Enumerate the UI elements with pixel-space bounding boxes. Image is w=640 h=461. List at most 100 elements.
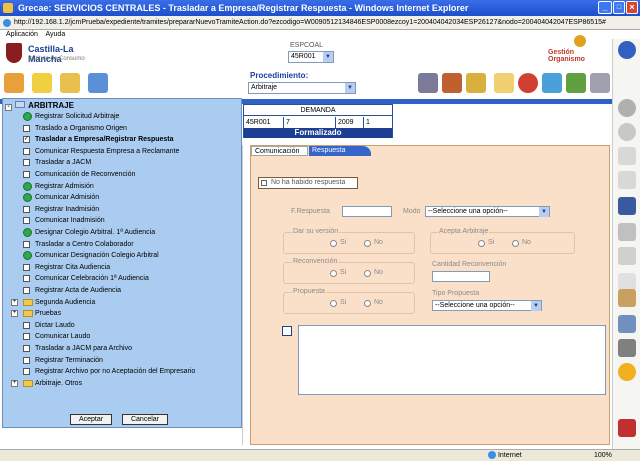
expand-icon[interactable]: + [11,298,18,306]
accept-button[interactable]: Aceptar [70,414,112,425]
tree-root[interactable]: - ARBITRAJE [5,101,74,111]
back-icon[interactable] [618,123,636,141]
tab-respuesta[interactable]: Respuesta [309,146,371,156]
cancel-button[interactable]: Cancelar [122,414,168,425]
checkbox-box[interactable] [261,180,267,186]
tool-icon[interactable] [618,289,636,307]
propuesta-si-radio[interactable] [330,300,337,307]
espcoal-select[interactable]: 45R001 ▼ [288,51,334,63]
envelope-icon[interactable] [494,73,514,93]
documents-icon[interactable] [618,171,636,189]
observaciones-textarea[interactable] [298,325,606,395]
acepta-si-radio[interactable] [478,240,485,247]
folder-icon [23,310,33,318]
no-label: No [374,269,383,276]
user-folder-icon[interactable] [32,73,52,93]
tree-item-label: Trasladar a JACM [35,159,92,167]
modo-select[interactable]: --Seleccione una opción-- ▼ [425,206,550,217]
demanda-title: DEMANDA [244,105,392,116]
gestion-label: Gestión Organismo [548,49,585,63]
tipo-propuesta-select[interactable]: --Seleccione una opción-- ▼ [432,300,542,311]
completed-icon [23,181,32,191]
acepta-arbitraje-group [430,232,575,254]
gear-icon[interactable] [618,363,636,381]
pages-icon[interactable] [618,223,636,241]
dar-version-no-radio[interactable] [364,240,371,247]
copy-icon[interactable] [282,326,292,336]
dar-version-group [283,232,415,254]
si-label: Si [488,239,495,246]
computer-icon[interactable] [88,73,108,93]
printer-icon[interactable] [418,73,438,93]
checkbox-icon [23,345,30,352]
reconvencion-no-radio[interactable] [364,270,371,277]
acepta-no-radio[interactable] [512,240,519,247]
checkbox-icon [23,147,30,155]
status-bar: Internet 100% [0,449,640,461]
checkbox-icon [23,159,30,167]
list-icon[interactable] [618,315,636,333]
documents-icon[interactable] [466,73,486,93]
globe-icon[interactable] [518,73,538,93]
save-icon[interactable] [618,197,636,215]
chevron-down-icon: ▼ [323,52,333,62]
maximize-button[interactable]: □ [613,1,625,14]
demanda-cell: 45R001 [244,117,284,128]
tree-item-label: Arbitraje. Otros [35,379,83,387]
tree-item-label: Trasladar a JACM para Archivo [35,345,132,352]
zoom-level[interactable]: 100% [594,450,612,461]
expand-icon[interactable]: + [11,379,18,387]
tree-item-label: Segunda Audiencia [35,298,96,306]
tab-comunicacion[interactable]: Comunicación [251,146,308,156]
completed-icon [23,193,32,203]
exit-icon[interactable] [618,419,636,437]
tools-icon[interactable] [4,73,24,93]
procedimiento-label: Procedimiento: [250,71,309,80]
globe-icon [488,451,496,460]
tipo-propuesta-value: --Seleccione una opción-- [435,302,515,309]
window-title: Grecae: SERVICIOS CENTRALES - Trasladar … [18,3,469,13]
close-button[interactable]: × [626,1,638,14]
menu-aplicacion[interactable]: Aplicación [6,31,38,38]
tree-item-label: Pruebas [35,310,62,318]
zone-label: Internet [497,452,522,459]
f-respuesta-input[interactable] [342,206,392,217]
checkbox-icon [23,275,30,283]
address-bar[interactable]: http://192.168.1.2/jcmPrueba/expediente/… [0,16,640,30]
info-icon[interactable] [618,41,636,59]
gestion-organismo[interactable]: Gestión Organismo [548,35,612,63]
logo: Castilla-La Mancha Instituto de Consumo [6,42,106,66]
copy-icon[interactable] [618,247,636,265]
tools-gear-icon[interactable] [590,73,610,93]
checkbox-icon [23,356,30,364]
tree-item-label: Comunicar Admisión [35,194,100,202]
tree-item-label: Registrar Cita Audiencia [35,263,111,271]
minimize-button[interactable]: _ [598,1,612,14]
dar-version-si-radio[interactable] [330,240,337,247]
espcoal-label: ESPCOAL [290,42,324,49]
cantidad-reconvencion-input[interactable] [432,271,490,282]
printer-icon[interactable] [618,339,636,357]
search-tree-icon[interactable] [566,73,586,93]
tree-item-label: Dictar Laudo [35,321,75,329]
reconvencion-si-radio[interactable] [330,270,337,277]
checkbox-icon [23,321,30,329]
cantidad-reconvencion-label: Cantidad Reconvención [432,261,507,268]
checkbox-icon [23,368,30,376]
checkbox-icon [23,333,30,341]
network-icon[interactable] [542,73,562,93]
magnifier-icon[interactable] [618,99,636,117]
expand-icon[interactable]: + [11,310,18,318]
menu-ayuda[interactable]: Ayuda [45,31,65,38]
tree-item-label: Registrar Inadmisión [35,205,100,213]
no-respuesta-checkbox[interactable]: No ha habido respuesta [258,177,358,189]
gestion-icon [574,35,586,47]
si-label: Si [340,269,347,276]
propuesta-label: Propuesta [292,288,326,295]
propuesta-no-radio[interactable] [364,300,371,307]
document-icon[interactable] [618,147,636,165]
procedimiento-select[interactable]: Arbitraje ▼ [248,82,356,94]
books-icon[interactable] [442,73,462,93]
folder-icon[interactable] [60,73,80,93]
checkbox-icon [23,124,30,132]
